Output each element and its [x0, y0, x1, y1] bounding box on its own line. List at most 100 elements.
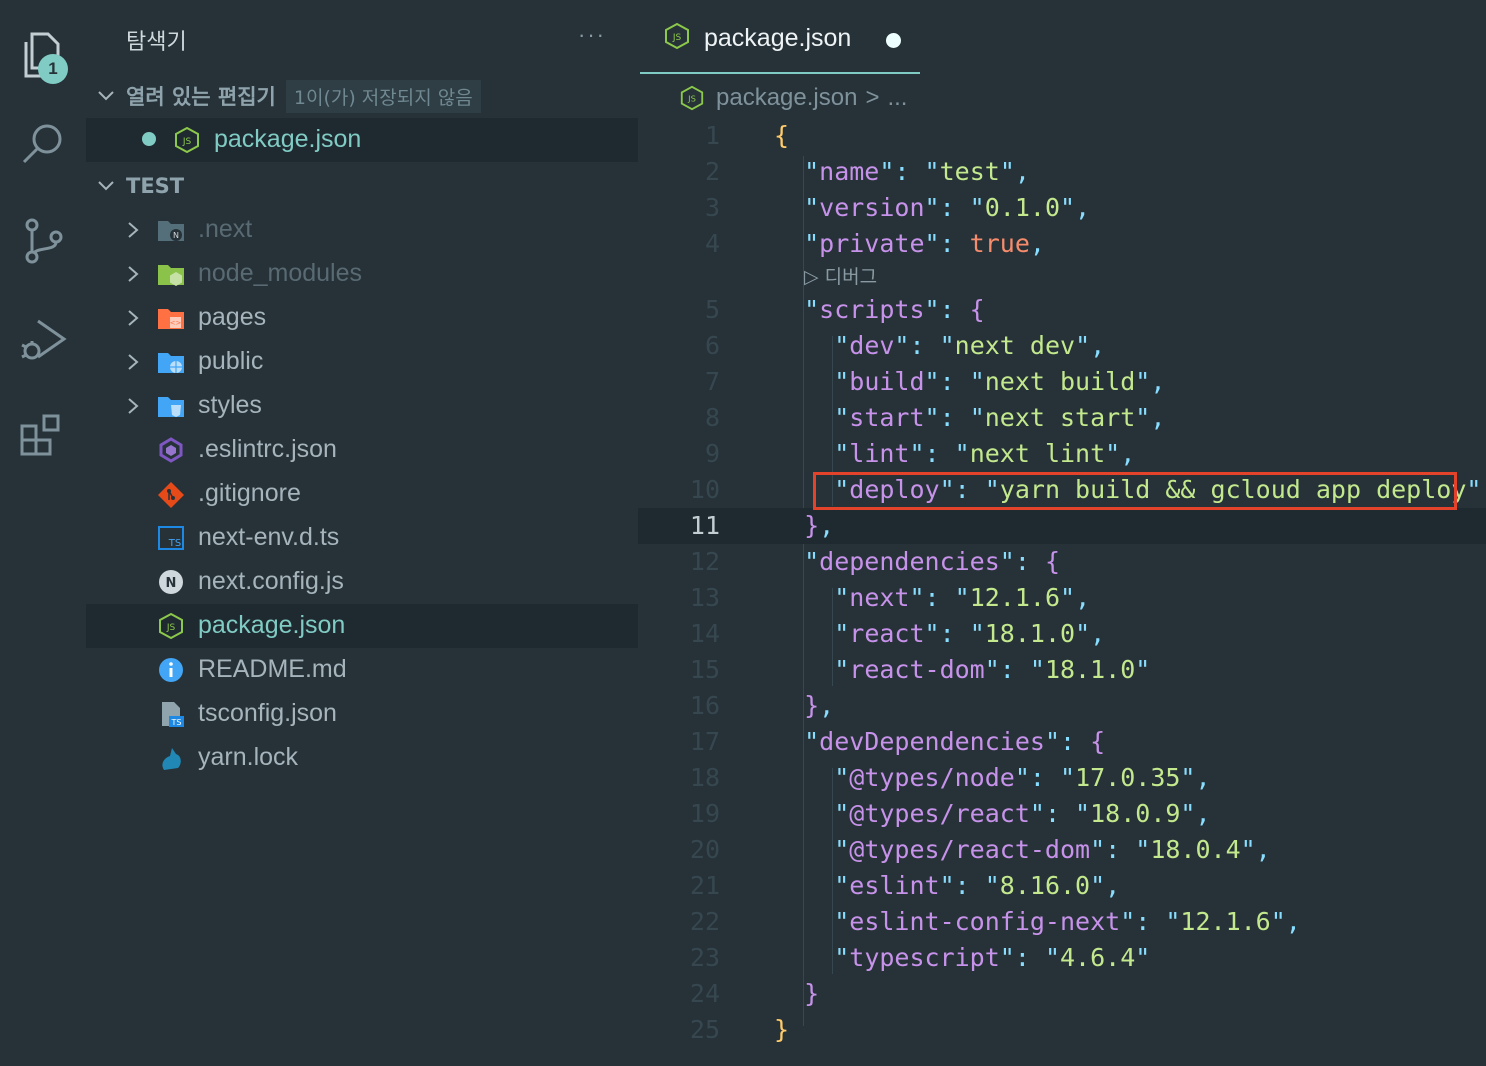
chevron-down-icon	[98, 181, 114, 191]
open-editor-item[interactable]: JS package.json	[86, 118, 638, 162]
file-label: next-env.d.ts	[198, 523, 340, 551]
code-line[interactable]: 16 },	[638, 688, 1486, 724]
tab-package-json[interactable]: JS package.json	[640, 0, 920, 74]
code-line[interactable]: 17 "devDependencies": {	[638, 724, 1486, 760]
file-item-tsconfig-json[interactable]: TS tsconfig.json	[86, 692, 638, 736]
public-folder-icon	[158, 353, 184, 373]
line-text: },	[774, 511, 835, 540]
line-number: 19	[689, 799, 720, 828]
code-line[interactable]: 21 "eslint": "8.16.0",	[638, 868, 1486, 904]
folder-item-next[interactable]: N .next	[86, 208, 638, 252]
line-number: 9	[704, 439, 720, 468]
code-line[interactable]: 23 "typescript": "4.6.4"	[638, 940, 1486, 976]
line-number: 15	[689, 655, 720, 684]
line-text: "eslint": "8.16.0",	[774, 871, 1121, 900]
chevron-down-icon	[98, 91, 114, 101]
code-line[interactable]: 9 "lint": "next lint",	[638, 436, 1486, 472]
code-line[interactable]: 18 "@types/node": "17.0.35",	[638, 760, 1486, 796]
file-label: styles	[198, 391, 262, 419]
code-line[interactable]: 8 "start": "next start",	[638, 400, 1486, 436]
svg-text:N: N	[166, 576, 177, 591]
unsaved-count-note: 1이(가) 저장되지 않음	[285, 79, 481, 113]
chevron-right-icon	[128, 266, 139, 282]
line-text: "dev": "next dev",	[774, 331, 1106, 360]
code-line[interactable]: 20 "@types/react-dom": "18.0.4",	[638, 832, 1486, 868]
code-line[interactable]: 14 "react": "18.1.0",	[638, 616, 1486, 652]
line-number: 4	[704, 229, 720, 258]
svg-text:N: N	[173, 231, 179, 240]
breadcrumb-file[interactable]: package.json	[716, 84, 857, 112]
yarn-icon	[162, 748, 181, 770]
breadcrumb-separator: >	[865, 84, 880, 111]
unsaved-dot[interactable]	[886, 33, 901, 48]
code-line[interactable]: 4 "private": true,	[638, 226, 1486, 262]
line-text: "name": "test",	[774, 157, 1030, 186]
code-line[interactable]: 25}	[638, 1012, 1486, 1048]
file-item-next-config-js[interactable]: Nnext.config.js	[86, 560, 638, 604]
svg-text:TS: TS	[171, 718, 182, 727]
line-number: 20	[689, 835, 720, 864]
code-line[interactable]: 19 "@types/react": "18.0.9",	[638, 796, 1486, 832]
code-line[interactable]: 12 "dependencies": {	[638, 544, 1486, 580]
workspace-header[interactable]: TEST	[86, 166, 638, 206]
more-actions-button[interactable]: ···	[578, 22, 606, 48]
eslint-icon	[159, 437, 183, 463]
line-text: "typescript": "4.6.4"	[774, 943, 1151, 972]
file-item-next-env-d-ts[interactable]: TS next-env.d.ts	[86, 516, 638, 560]
file-item-yarn-lock[interactable]: yarn.lock	[86, 736, 638, 780]
run-debug-icon[interactable]	[0, 305, 86, 375]
line-text: {	[774, 121, 790, 150]
nodejs-icon: JS	[159, 612, 183, 640]
info-icon	[159, 658, 183, 682]
line-text: }	[774, 1015, 790, 1044]
folder-item-public[interactable]: public	[86, 340, 638, 384]
line-text: "lint": "next lint",	[774, 439, 1136, 468]
code-line[interactable]: 13 "next": "12.1.6",	[638, 580, 1486, 616]
line-number: 6	[704, 331, 720, 360]
file-label: .eslintrc.json	[198, 435, 337, 463]
line-text: "devDependencies": {	[774, 727, 1106, 756]
code-line[interactable]: 24 }	[638, 976, 1486, 1012]
line-number: 16	[689, 691, 720, 720]
line-text: "private": true,	[774, 229, 1045, 258]
line-number: 2	[704, 157, 720, 186]
file-item-package-json[interactable]: JS package.json	[86, 604, 638, 648]
line-number: 14	[689, 619, 720, 648]
code-line[interactable]: 3 "version": "0.1.0",	[638, 190, 1486, 226]
code-line[interactable]: 1{	[638, 118, 1486, 154]
chevron-right-icon	[128, 222, 139, 238]
line-number: 11	[689, 511, 720, 540]
sidebar-title: 탐색기	[126, 30, 187, 55]
breadcrumb-more[interactable]: ...	[887, 84, 907, 112]
code-line[interactable]: 7 "build": "next build",	[638, 364, 1486, 400]
file-label: README.md	[198, 655, 347, 683]
search-icon[interactable]	[0, 110, 86, 180]
code-line[interactable]: 22 "eslint-config-next": "12.1.6",	[638, 904, 1486, 940]
open-editors-header[interactable]: 열려 있는 편집기 1이(가) 저장되지 않음	[86, 76, 638, 116]
editor-area: JS package.json JS package.json > ... ▷ …	[638, 0, 1486, 1066]
line-number: 23	[689, 943, 720, 972]
file-item-readme-md[interactable]: README.md	[86, 648, 638, 692]
folder-item-styles[interactable]: styles	[86, 384, 638, 428]
next-icon: N	[159, 570, 183, 594]
folder-item-pages[interactable]: <> pages	[86, 296, 638, 340]
line-text: "dependencies": {	[774, 547, 1060, 576]
explorer-sidebar: 탐색기 ··· 열려 있는 편집기 1이(가) 저장되지 않음 JS packa…	[86, 0, 638, 1066]
debug-codelens[interactable]: ▷ 디버그	[804, 262, 877, 289]
code-line[interactable]: 2 "name": "test",	[638, 154, 1486, 190]
chevron-right-icon	[128, 354, 139, 370]
extensions-icon[interactable]	[0, 400, 86, 470]
line-number: 7	[704, 367, 720, 396]
folder-item-node-modules[interactable]: node_modules	[86, 252, 638, 296]
code-line[interactable]: 11 },	[638, 508, 1486, 544]
chevron-right-icon	[128, 398, 139, 414]
source-control-icon[interactable]	[0, 205, 86, 275]
code-line[interactable]: 15 "react-dom": "18.1.0"	[638, 652, 1486, 688]
activity-bar: 1	[0, 0, 86, 1066]
file-item-gitignore[interactable]: .gitignore	[86, 472, 638, 516]
code-line[interactable]: 5 "scripts": {	[638, 292, 1486, 328]
file-item-eslintrc-json[interactable]: .eslintrc.json	[86, 428, 638, 472]
code-line[interactable]: 6 "dev": "next dev",	[638, 328, 1486, 364]
next-folder-icon: N	[158, 221, 184, 241]
line-text: "react": "18.1.0",	[774, 619, 1106, 648]
